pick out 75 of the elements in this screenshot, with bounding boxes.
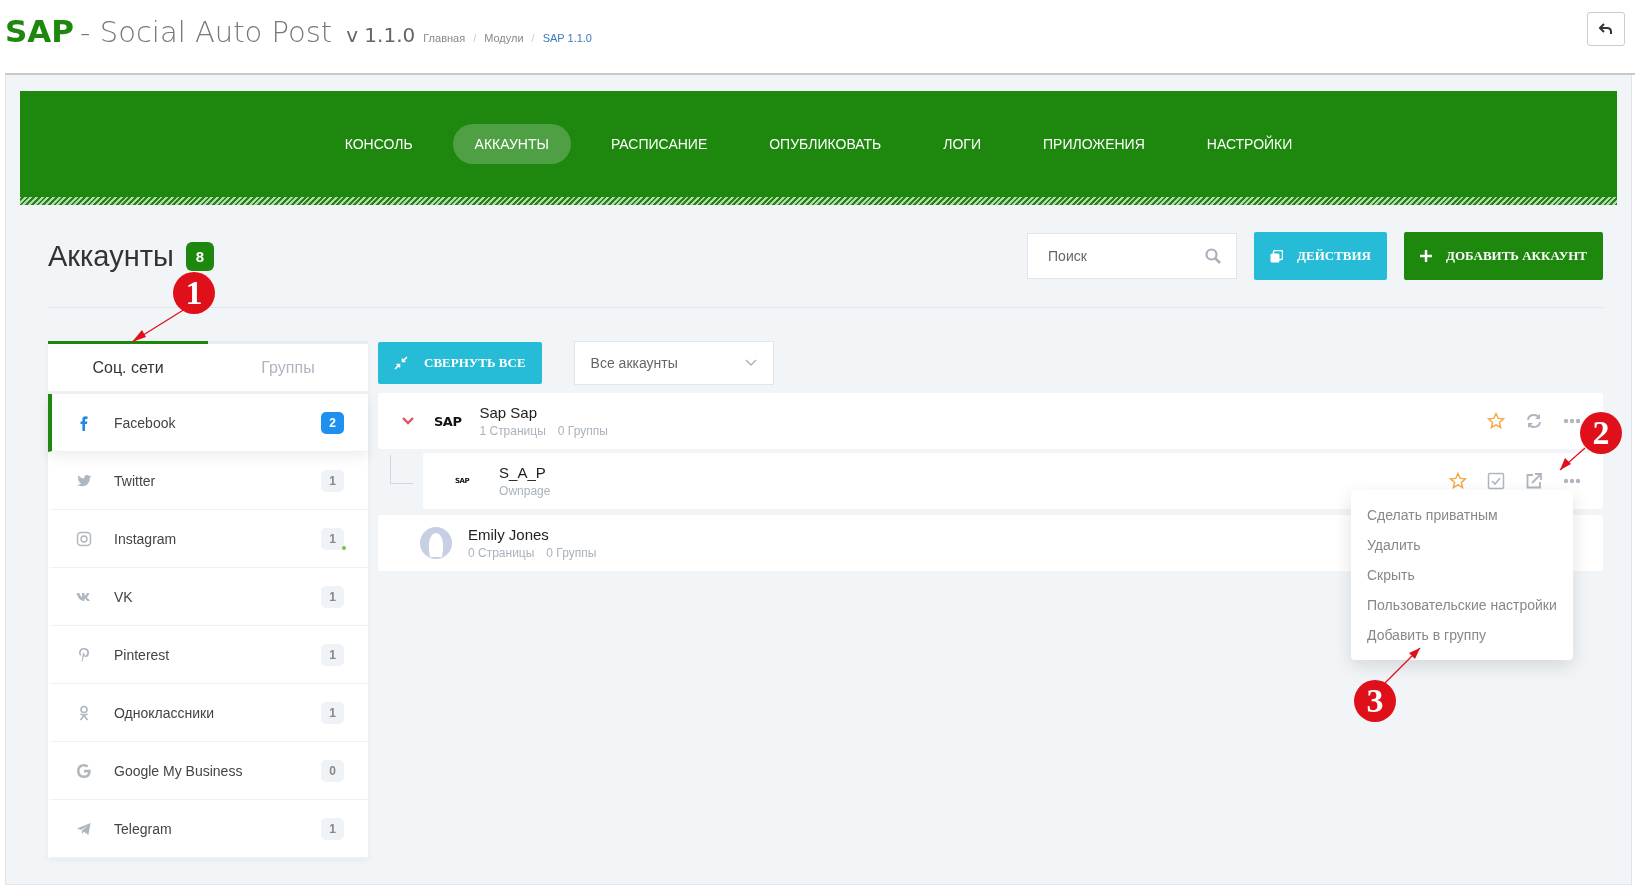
star-icon[interactable]: [1487, 412, 1505, 430]
network-item[interactable]: Pinterest 1: [48, 626, 368, 684]
menu-item[interactable]: Пользовательские настройки: [1351, 590, 1573, 620]
breadcrumb-separator: /: [473, 31, 477, 44]
callout-arrow: [1384, 647, 1421, 684]
telegram-logo-icon: [76, 820, 92, 837]
account-meta: 0 Группы: [557, 424, 608, 438]
menu-item[interactable]: Скрыть: [1351, 560, 1573, 590]
sidebar-tab[interactable]: Соц. сети: [48, 341, 208, 391]
google-logo-icon: [76, 762, 92, 779]
collapse-arrows-icon: [394, 356, 408, 370]
account-name: Emily Jones: [468, 526, 550, 543]
account-filter-dropdown[interactable]: Все аккаунты: [573, 341, 774, 385]
count-badge: 1: [321, 643, 344, 666]
breadcrumb-link[interactable]: SAP 1.1.0: [542, 31, 592, 44]
chevron-down-icon: [744, 359, 757, 367]
menu-item[interactable]: Сделать приватным: [1351, 500, 1573, 530]
avatar-silhouette-icon: [420, 527, 452, 559]
account-meta: 0 Страницы: [468, 546, 535, 560]
nav-tab[interactable]: АККАУНТЫ: [452, 124, 571, 164]
page-name: S_A_P: [499, 464, 547, 481]
refresh-icon[interactable]: [1525, 412, 1543, 430]
account-meta: 0 Группы: [546, 546, 597, 560]
chevron-down-icon[interactable]: [402, 417, 414, 425]
network-item[interactable]: Instagram 1: [48, 510, 368, 568]
page-title: Аккаунты: [48, 239, 174, 273]
more-dots-icon[interactable]: [1563, 418, 1581, 424]
account-logo: SAP: [434, 413, 462, 429]
twitter-logo-icon: [76, 472, 92, 489]
star-icon[interactable]: [1449, 472, 1467, 490]
nav-tab[interactable]: ПРИЛОЖЕНИЯ: [1021, 124, 1167, 164]
network-item[interactable]: Одноклассники 1: [48, 684, 368, 742]
nav-tab[interactable]: КОНСОЛЬ: [322, 124, 435, 164]
add-account-button[interactable]: ДОБАВИТЬ АККАУНТ: [1404, 232, 1603, 280]
nav-tab[interactable]: РАСПИСАНИЕ: [588, 124, 730, 164]
network-item[interactable]: VK 1: [48, 568, 368, 626]
brand-name: SAP: [5, 12, 75, 49]
count-badge: 1: [321, 527, 344, 550]
external-link-icon[interactable]: [1525, 472, 1543, 490]
undo-arrow-icon: [1599, 22, 1613, 35]
account-meta: 1 Страницы: [479, 424, 546, 438]
search-icon: [1205, 248, 1222, 264]
nav-tab[interactable]: ЛОГИ: [921, 124, 1003, 164]
plus-icon: [1420, 250, 1432, 262]
menu-item[interactable]: Добавить в группу: [1351, 620, 1573, 650]
nav-tab[interactable]: НАСТРОЙКИ: [1184, 124, 1315, 164]
count-badge: 2: [321, 411, 344, 434]
network-item[interactable]: Google My Business 0: [48, 742, 368, 800]
page-type: Ownpage: [499, 484, 551, 498]
breadcrumb-link[interactable]: Модули: [484, 31, 524, 44]
network-item[interactable]: Twitter 1: [48, 452, 368, 510]
count-badge: 1: [321, 585, 344, 608]
count-badge: 1: [321, 701, 344, 724]
tree-connector: [390, 455, 413, 484]
breadcrumb-link[interactable]: Главная: [423, 31, 466, 44]
callout-arrow: [1559, 447, 1586, 471]
search-field[interactable]: Поиск: [1027, 233, 1238, 279]
instagram-logo-icon: [76, 530, 92, 547]
nav-tab[interactable]: ОПУБЛИКОВАТЬ: [747, 124, 904, 164]
menu-item[interactable]: Удалить: [1351, 530, 1573, 560]
network-item[interactable]: Telegram 1: [48, 800, 368, 858]
count-badge: 0: [321, 759, 344, 782]
pinterest-logo-icon: [76, 646, 92, 663]
account-name: Sap Sap: [479, 404, 538, 421]
version-label: v 1.1.0: [346, 22, 416, 47]
copy-icon: [1270, 249, 1284, 263]
count-badge: 8: [185, 241, 215, 271]
network-item[interactable]: Facebook 2: [48, 394, 368, 452]
count-badge: 1: [321, 817, 344, 840]
more-dots-icon[interactable]: [1563, 478, 1581, 484]
count-badge: 1: [321, 469, 344, 492]
app-title: - Social Auto Post: [80, 14, 333, 49]
breadcrumb-separator: /: [531, 31, 535, 44]
checkbox-icon[interactable]: [1487, 472, 1505, 490]
back-button[interactable]: [1587, 11, 1625, 46]
